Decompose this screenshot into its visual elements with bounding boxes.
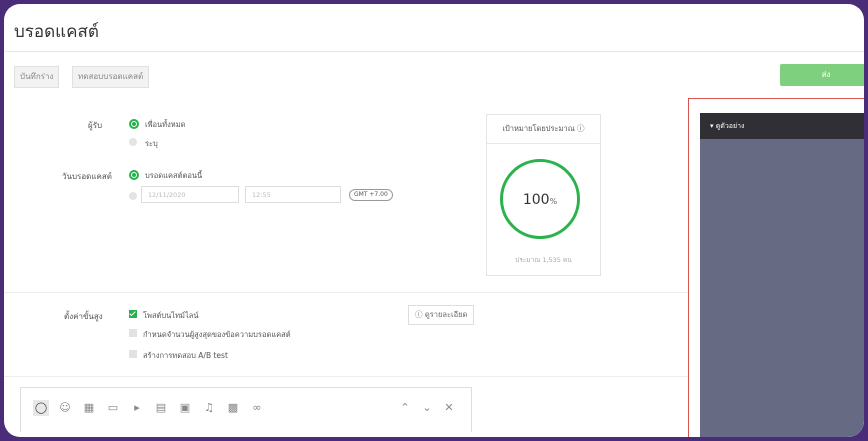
send-button[interactable]: ส่ง bbox=[780, 64, 864, 86]
checkbox-ab-test[interactable] bbox=[129, 350, 137, 358]
details-button[interactable]: ⓘ ดูรายละเอียด bbox=[408, 305, 475, 325]
checkbox-limit-recipients[interactable] bbox=[129, 329, 137, 337]
close-icon[interactable]: ✕ bbox=[441, 400, 457, 416]
video-icon[interactable]: ▸ bbox=[129, 400, 145, 416]
voice-icon[interactable]: ♫ bbox=[201, 400, 217, 416]
app-window: บรอดแคสต์ บันทึกร่าง ทดสอบบรอดแคสต์ ส่ง … bbox=[4, 4, 864, 437]
limit-recipients-label: กำหนดจำนวนผู้สูงสุดของข้อความบรอดแคสต์ bbox=[143, 330, 291, 339]
test-broadcast-button[interactable]: ทดสอบบรอดแคสต์ bbox=[72, 66, 150, 88]
radio-schedule-later[interactable] bbox=[129, 192, 137, 200]
date-input[interactable]: 12/11/2020 bbox=[141, 186, 239, 203]
target-percent-unit: % bbox=[549, 197, 558, 206]
chevron-down-icon[interactable]: ⌄ bbox=[419, 400, 435, 416]
radio-filter[interactable] bbox=[129, 138, 137, 146]
filter-label: ระบุ bbox=[145, 139, 158, 148]
advanced-settings-label: ตั้งค่าขั้นสูง bbox=[64, 312, 103, 321]
timeline-post-label: โพสต์บนไทม์ไลน์ bbox=[143, 311, 199, 320]
schedule-label: วันบรอดแคสต์ bbox=[62, 172, 112, 181]
page-title: บรอดแคสต์ bbox=[14, 22, 99, 42]
image-icon[interactable]: ▦ bbox=[81, 400, 97, 416]
target-percent-value: 100 bbox=[522, 192, 550, 208]
divider bbox=[4, 51, 864, 52]
broadcast-now-label: บรอดแคสต์ตอนนี้ bbox=[145, 171, 203, 180]
target-estimate-count: ประมาณ 1,535 คน bbox=[515, 256, 572, 264]
preview-panel: ▾ ดูตัวอย่าง bbox=[688, 98, 864, 437]
target-title: เป้าหมายโดยประมาณ ⓘ bbox=[487, 115, 600, 144]
rich-message-icon[interactable]: ▣ bbox=[177, 400, 193, 416]
survey-icon[interactable]: ▩ bbox=[225, 400, 241, 416]
message-type-toolbar: ◯ ☺ ▦ ▭ ▸ ▤ ▣ ♫ ▩ ∞ ⌃ ⌄ ✕ bbox=[20, 387, 472, 432]
radio-all-friends[interactable] bbox=[129, 119, 139, 129]
card-icon[interactable]: ▤ bbox=[153, 400, 169, 416]
all-friends-label: เพื่อนทั้งหมด bbox=[145, 120, 186, 129]
checkbox-timeline-post[interactable] bbox=[129, 310, 137, 318]
target-percent: 100% bbox=[503, 192, 577, 208]
recipients-label: ผู้รับ bbox=[88, 121, 103, 130]
ab-test-label: สร้างการทดสอบ A/B test bbox=[143, 351, 228, 360]
target-estimate-panel: เป้าหมายโดยประมาณ ⓘ 100% ประมาณ 1,535 คน bbox=[486, 114, 601, 276]
chat-bubble-icon[interactable]: ◯ bbox=[33, 400, 49, 416]
phone-preview: ▾ ดูตัวอย่าง bbox=[700, 113, 864, 437]
chevron-up-icon[interactable]: ⌃ bbox=[397, 400, 413, 416]
save-draft-button[interactable]: บันทึกร่าง bbox=[14, 66, 60, 88]
timezone-badge: GMT +7.00 bbox=[349, 189, 393, 201]
coupon-icon[interactable]: ▭ bbox=[105, 400, 121, 416]
target-progress-ring: 100% bbox=[500, 159, 580, 239]
time-input[interactable]: 12:55 bbox=[245, 186, 341, 203]
link-icon[interactable]: ∞ bbox=[249, 400, 265, 416]
preview-toggle[interactable]: ▾ ดูตัวอย่าง bbox=[700, 113, 864, 139]
radio-broadcast-now[interactable] bbox=[129, 170, 139, 180]
sticker-icon[interactable]: ☺ bbox=[57, 400, 73, 416]
